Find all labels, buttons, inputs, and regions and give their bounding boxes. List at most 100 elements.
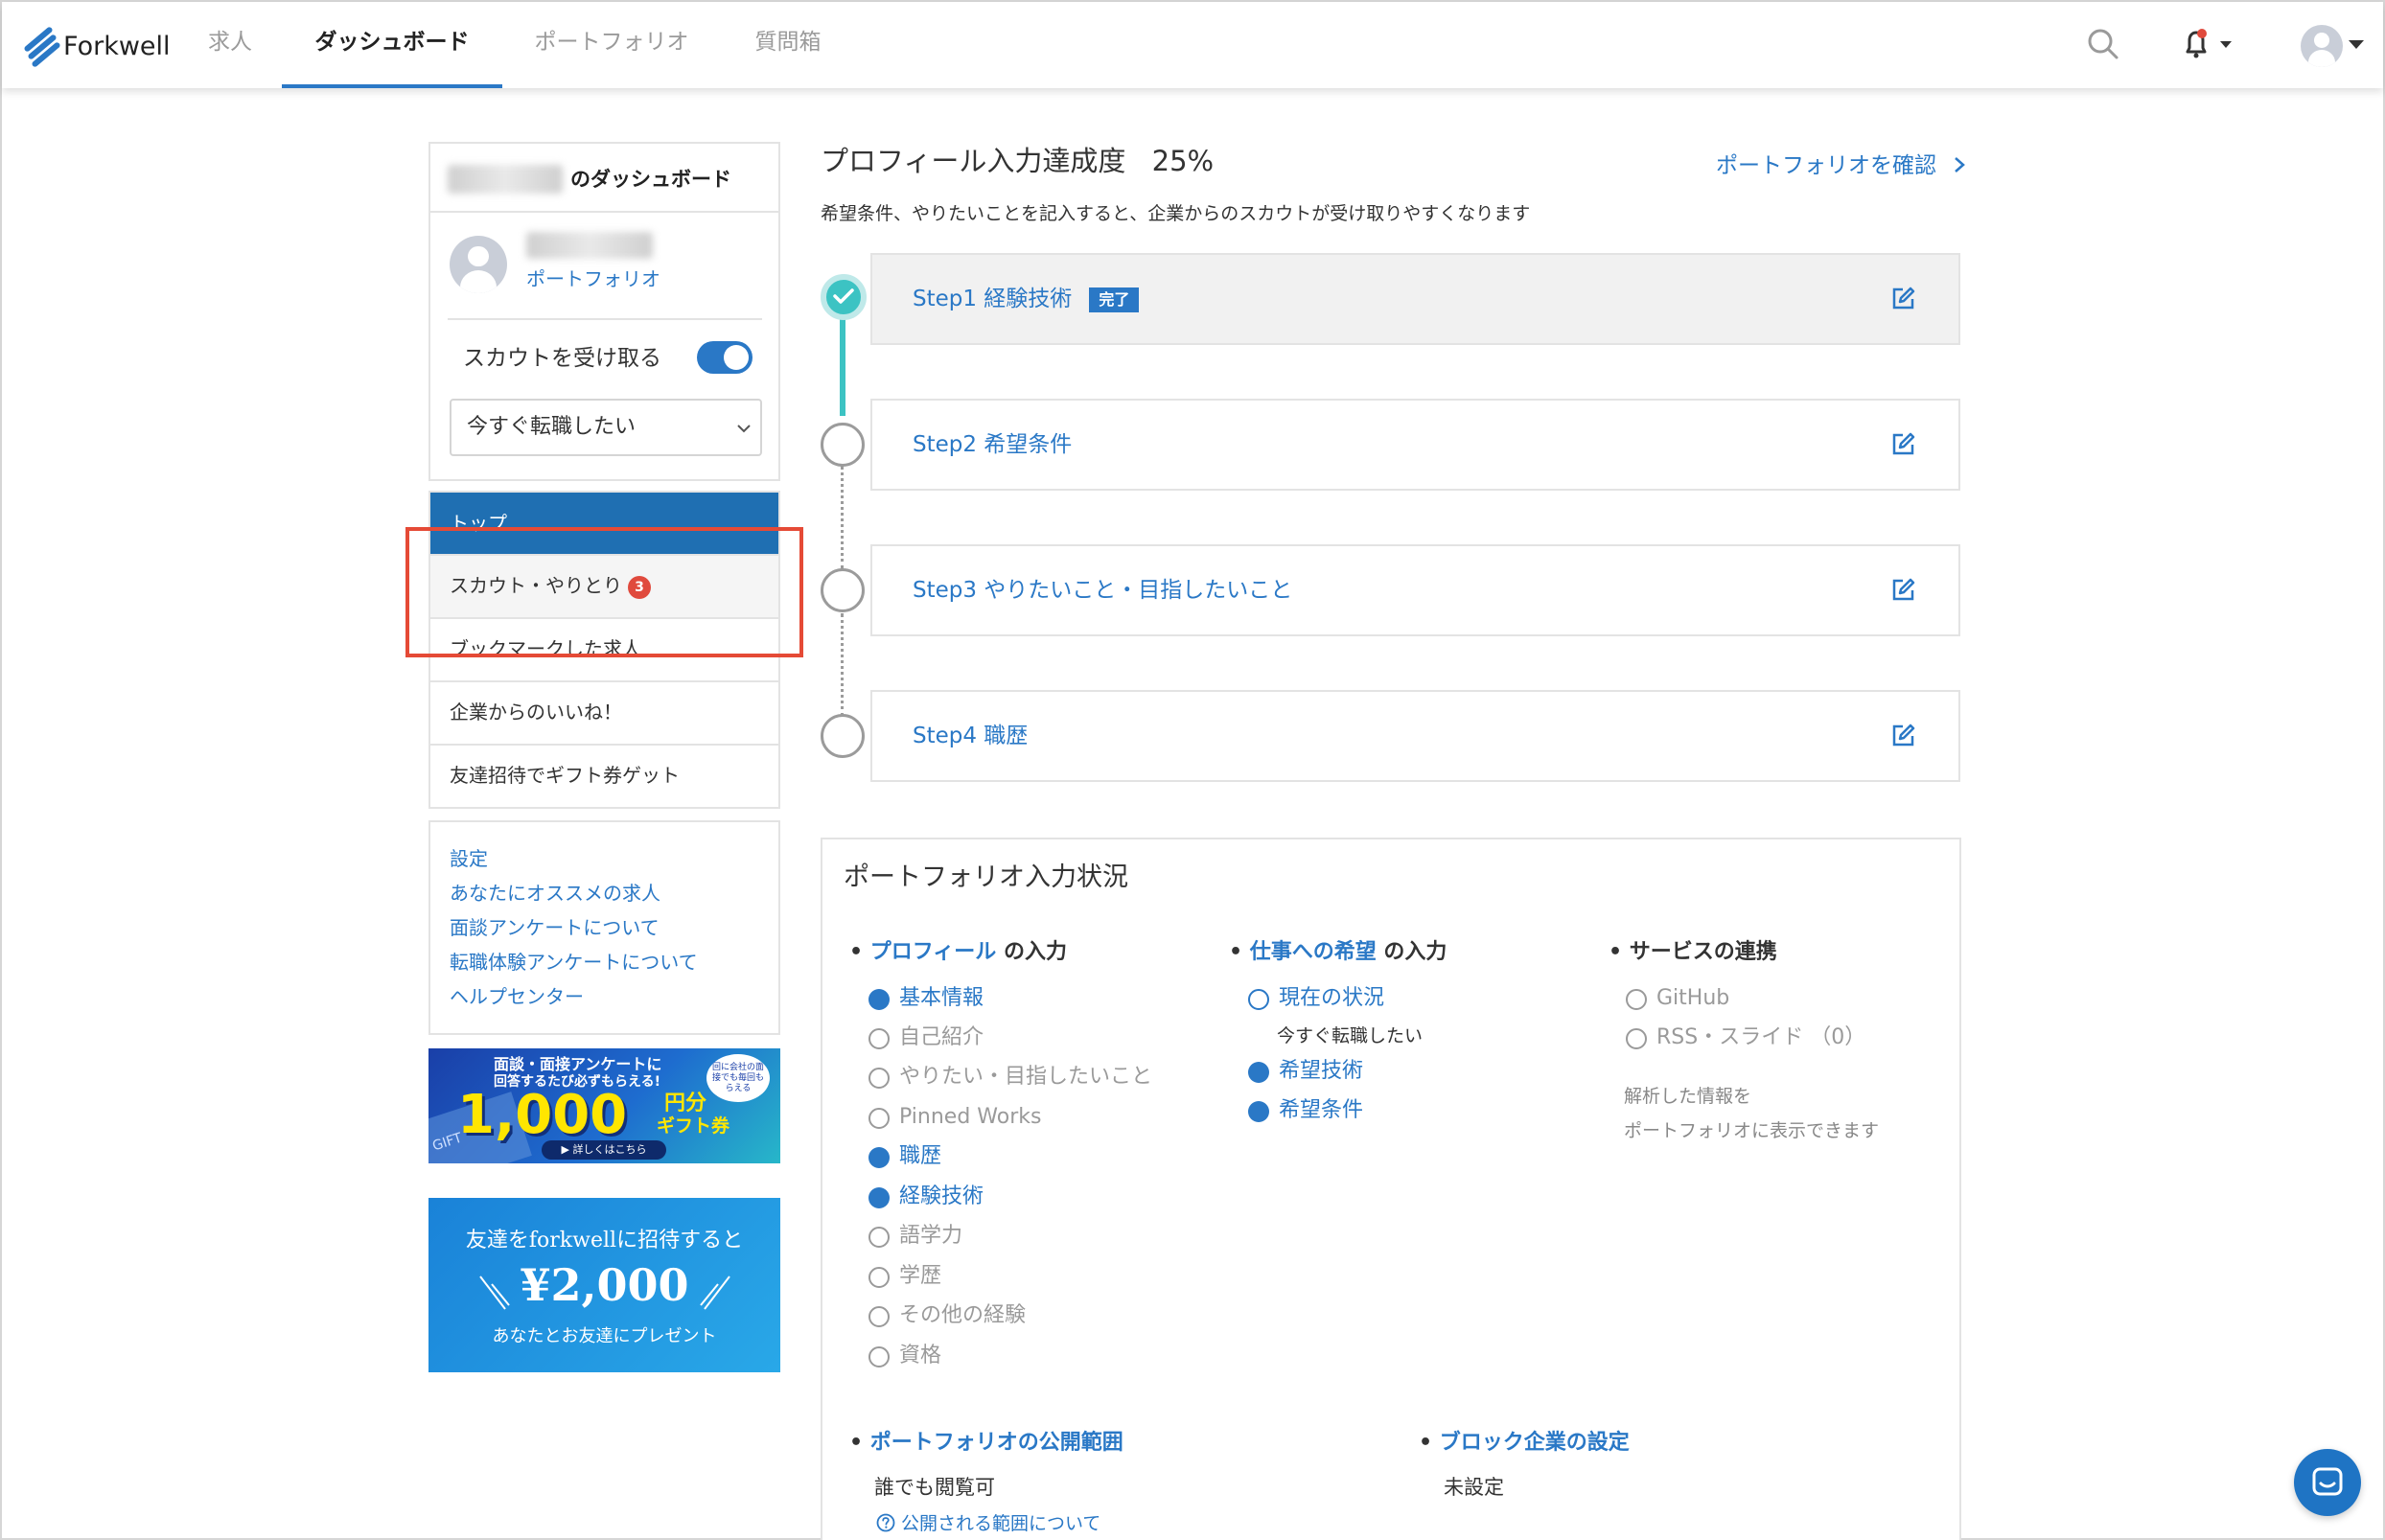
work-current-value: 今すぐ転職したい [1277,1025,1424,1046]
profile-section-link[interactable]: プロフィール [870,940,997,964]
chevron-down-icon [737,425,751,433]
link-interview-survey[interactable]: 面談アンケートについて [450,910,778,945]
edit-icon[interactable] [1889,431,1916,458]
empty-circle-icon [868,1227,890,1248]
scout-toggle-label: スカウトを受け取る [463,346,661,371]
banner1-cta: ▶ 詳しくはこちら [542,1140,666,1160]
block-section-link[interactable]: ブロック企業の設定 [1440,1431,1630,1455]
work-section-title: • 仕事への希望 の入力 [1229,940,1447,964]
service-item-github[interactable]: GitHub [1626,983,1729,1014]
portfolio-status-title: ポートフォリオ入力状況 [844,862,1128,892]
empty-circle-icon [868,1068,890,1089]
profile-item-other[interactable]: その他の経験 [868,1300,1026,1331]
question-circle-icon [876,1513,895,1532]
work-section-suffix: の入力 [1383,940,1447,964]
notification-bell-icon[interactable] [2178,25,2235,63]
profile-section-suffix: の入力 [1003,940,1067,964]
step1-card[interactable]: Step1 経験技術 完了 [870,253,1960,345]
step2-status [821,423,865,467]
profile-item-intro[interactable]: 自己紹介 [868,1023,984,1053]
step2-label: Step2 希望条件 [913,432,1073,457]
edit-icon[interactable] [1889,577,1916,604]
link-settings[interactable]: 設定 [450,841,778,876]
link-recommended-jobs[interactable]: あなたにオススメの求人 [450,876,778,910]
service-item-rss[interactable]: RSS・スライド （0） [1626,1023,1865,1053]
work-item-skills[interactable]: 希望技術 [1248,1056,1363,1087]
empty-circle-icon [868,1306,890,1327]
check-circle-icon [868,989,890,1010]
visibility-section-link[interactable]: ポートフォリオの公開範囲 [870,1431,1123,1455]
header-avatar [2301,25,2343,67]
portfolio-status-card: ポートフォリオ入力状況 • プロフィール の入力 基本情報 自己紹介 やりたい・… [821,838,1961,1540]
invite-gift-banner[interactable]: 友達をforkwellに招待すると ¥2,000 あなたとお友達にプレゼント [428,1198,780,1372]
confirm-portfolio-link[interactable]: ポートフォリオを確認 [1716,149,1966,182]
profile-item-pinned-works[interactable]: Pinned Works [868,1102,1041,1133]
visibility-help-link[interactable]: 公開される範囲について [876,1510,1100,1537]
search-icon[interactable] [2084,25,2122,63]
profile-item-language[interactable]: 語学力 [868,1221,962,1252]
block-value: 未設定 [1444,1476,1504,1499]
link-transfer-survey[interactable]: 転職体験アンケートについて [450,945,778,979]
portfolio-link[interactable]: ポートフォリオ [526,264,660,293]
profile-item-education[interactable]: 学歴 [868,1261,941,1292]
survey-gift-banner[interactable]: GIFT 面談・面接アンケートに 回答するたび必ずもらえる! 回に会社の面接でも… [428,1048,780,1163]
empty-circle-icon [868,1346,890,1368]
profile-item-certification[interactable]: 資格 [868,1341,941,1371]
empty-circle-icon [868,1028,890,1049]
service-note-2: ポートフォリオに表示できます [1624,1120,1880,1141]
profile-avatar[interactable] [450,236,507,293]
sidebar-profile-card: のダッシュボード ポートフォリオ スカウトを受け取る 今すぐ転職したい [428,142,780,481]
forkwell-logo[interactable]: Forkwell [21,26,171,68]
step3-card[interactable]: Step3 やりたいこと・目指したいこと [870,544,1960,636]
work-item-conditions[interactable]: 希望条件 [1248,1095,1363,1126]
progress-value: 25% [1151,145,1215,177]
work-section-link[interactable]: 仕事への希望 [1250,940,1377,964]
step4-card[interactable]: Step4 職歴 [870,690,1960,782]
chevron-right-icon [1955,157,1966,172]
empty-circle-icon [868,1108,890,1129]
tab-jobs[interactable]: 求人 [190,2,270,88]
profile-section-title: • プロフィール の入力 [849,940,1067,964]
user-menu[interactable] [2301,25,2370,67]
block-section-title: • ブロック企業の設定 [1419,1431,1630,1455]
scout-toggle[interactable] [697,341,753,374]
logo-mark-icon [21,26,61,68]
tab-dashboard[interactable]: ダッシュボード [282,2,502,88]
banner2-line1: 友達をforkwellに招待すると [465,1229,744,1253]
visibility-section-title: • ポートフォリオの公開範囲 [849,1431,1123,1455]
visibility-value: 誰でも閲覧可 [874,1476,995,1499]
empty-circle-icon [1626,989,1647,1010]
progress-label: プロフィール入力達成度 [821,145,1126,177]
chat-icon [2312,1467,2343,1496]
job-status-select[interactable]: 今すぐ転職したい [450,399,762,456]
step2-card[interactable]: Step2 希望条件 [870,399,1960,491]
check-circle-icon [868,1187,890,1208]
confirm-portfolio-label: ポートフォリオを確認 [1716,153,1936,178]
dashboard-title: のダッシュボード [570,168,731,191]
username-blurred [448,165,563,194]
done-tag: 完了 [1089,287,1140,312]
edit-icon[interactable] [1889,723,1916,749]
progress-description: 希望条件、やりたいことを記入すると、企業からのスカウトが受け取りやすくなります [821,203,1531,224]
profile-item-skills[interactable]: 経験技術 [868,1182,984,1212]
check-circle-icon [1248,1101,1269,1122]
profile-item-basic[interactable]: 基本情報 [868,983,984,1014]
banner1-unit: 円分 [664,1092,707,1115]
support-chat-button[interactable] [2294,1449,2361,1516]
tab-questions[interactable]: 質問箱 [736,2,840,88]
work-item-current[interactable]: 現在の状況 [1248,983,1384,1014]
profile-item-career[interactable]: 職歴 [868,1141,941,1172]
menu-item-likes[interactable]: 企業からのいいね！ [428,682,780,746]
banner1-side-circle: 回に会社の面接でも毎回もらえる [706,1054,770,1102]
service-section-title: • サービスの連携 [1609,940,1777,964]
check-outline-icon [1248,989,1269,1010]
empty-circle-icon [868,1267,890,1288]
tab-portfolio[interactable]: ポートフォリオ [520,2,704,88]
step3-label: Step3 やりたいこと・目指したいこと [913,578,1293,603]
edit-icon[interactable] [1889,286,1916,312]
profile-item-goals[interactable]: やりたい・目指したいこと [868,1062,1152,1092]
link-help-center[interactable]: ヘルプセンター [450,979,778,1014]
top-header: Forkwell 求人 ダッシュボード ポートフォリオ 質問箱 [2,2,2383,88]
menu-item-invite[interactable]: 友達招待でギフト券ゲット [428,746,780,809]
decor-lines-right-icon [700,1276,730,1310]
